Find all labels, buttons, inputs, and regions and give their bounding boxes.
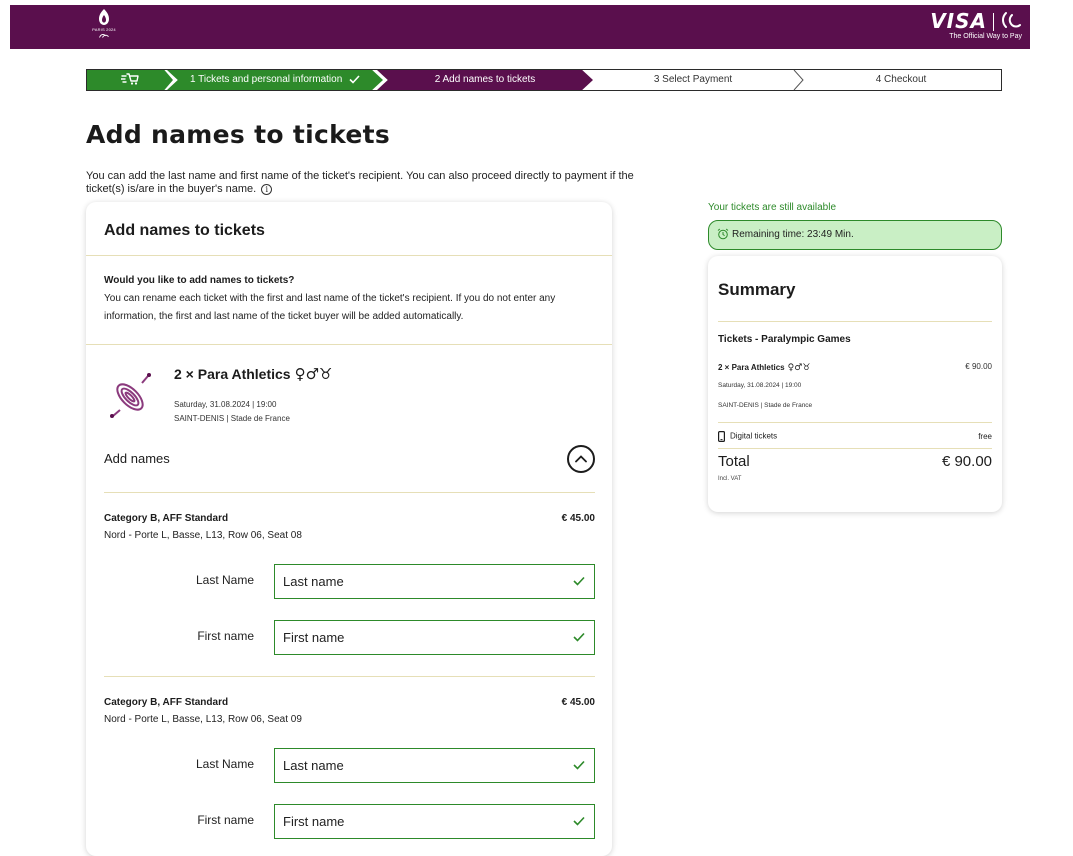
visa-logo: VISA — [930, 9, 987, 33]
summary-event-date: Saturday, 31.08.2024 | 19:00 — [718, 382, 802, 389]
last-name-field — [274, 748, 595, 783]
summary-event: 2 × Para Athletics ♀♂♉ — [718, 363, 810, 373]
step-select-payment[interactable]: 3 Select Payment — [587, 70, 799, 90]
para-athletics-pictogram-icon — [110, 373, 151, 418]
last-name-label: Last Name — [195, 757, 254, 771]
summary-category: Tickets - Paralympic Games — [718, 334, 851, 345]
checkout-stepper: 1 Tickets and personal information 2 Add… — [86, 69, 1002, 91]
summary-card: Summary Tickets - Paralympic Games 2 × P… — [708, 256, 1002, 512]
visa-brand: VISA The Official Way to Pay — [912, 9, 1022, 47]
first-name-input[interactable] — [275, 621, 555, 654]
card-title: Add names to tickets — [104, 222, 265, 239]
collapse-add-names-button[interactable] — [567, 445, 595, 473]
card-divider — [86, 344, 612, 345]
event-venue: SAINT-DENIS | Stade de France — [174, 414, 290, 423]
ticket-seat-location: Nord - Porte L, Basse, L13, Row 06, Seat… — [104, 530, 302, 541]
total-label: Total — [718, 453, 750, 470]
step-3-label: 3 Select Payment — [653, 74, 733, 85]
paris-2024-logo[interactable]: PARIS 2024 — [86, 8, 122, 46]
top-header: PARIS 2024 VISA The Official Way to Pay — [10, 5, 1030, 49]
first-name-field — [274, 620, 595, 655]
vat-note: Incl. VAT — [718, 476, 742, 482]
event-name: 2 × Para Athletics — [174, 366, 291, 382]
remaining-time-text: Remaining time: 23:49 Min. — [732, 229, 854, 240]
add-names-card: Add names to tickets Would you like to a… — [86, 202, 612, 856]
summary-title: Summary — [718, 280, 796, 299]
summary-gender-symbols: ♀♂♉ — [787, 363, 811, 373]
check-icon — [349, 75, 360, 84]
last-name-label: Last Name — [195, 573, 254, 587]
last-name-field — [274, 564, 595, 599]
step-4-label: 4 Checkout — [875, 74, 927, 85]
remaining-time-banner: Remaining time: 23:49 Min. — [708, 220, 1002, 250]
summary-event-price: € 90.00 — [965, 362, 992, 371]
first-name-field — [274, 804, 595, 839]
step-tickets-personal-info[interactable]: 1 Tickets and personal information — [167, 70, 383, 90]
add-names-label: Add names — [104, 451, 170, 466]
first-name-label: First name — [197, 629, 254, 643]
step-2-label: 2 Add names to tickets — [434, 74, 536, 85]
page-title: Add names to tickets — [86, 120, 391, 149]
visa-separator — [993, 13, 994, 31]
agitos-small-icon — [99, 34, 109, 38]
section-divider — [104, 676, 595, 677]
question-text: You can rename each ticket with the firs… — [104, 293, 556, 322]
ticket-price: € 45.00 — [561, 513, 595, 524]
summary-divider — [718, 321, 992, 322]
visa-tagline: The Official Way to Pay — [949, 33, 1022, 40]
phone-icon — [718, 431, 725, 442]
event-gender-symbols: ♀♂♉ — [294, 365, 333, 383]
summary-divider — [718, 448, 992, 449]
total-amount: € 90.00 — [941, 453, 992, 470]
digital-tickets-price: free — [978, 432, 992, 441]
summary-event-name: 2 × Para Athletics — [718, 363, 785, 372]
first-name-label: First name — [197, 813, 254, 827]
chevron-up-icon — [575, 455, 587, 463]
paris-flame-icon — [99, 9, 109, 25]
ticket-category: Category B, AFF Standard — [104, 513, 229, 524]
card-divider — [86, 255, 612, 256]
last-name-input[interactable] — [275, 565, 555, 598]
intro-text: You can add the last name and first name… — [86, 170, 646, 196]
info-icon[interactable]: i — [261, 183, 273, 195]
event-date: Saturday, 31.08.2024 | 19:00 — [174, 400, 277, 409]
first-name-input[interactable] — [275, 805, 555, 838]
ticket-seat-location: Nord - Porte L, Basse, L13, Row 06, Seat… — [104, 714, 302, 725]
valid-check-icon — [573, 760, 585, 770]
last-name-input[interactable] — [275, 749, 555, 782]
step-add-names[interactable]: 2 Add names to tickets — [377, 70, 593, 90]
valid-check-icon — [573, 576, 585, 586]
step-cart[interactable] — [87, 70, 173, 90]
event-title: 2 × Para Athletics ♀♂♉ — [174, 365, 332, 383]
digital-tickets-line: Digital tickets — [718, 431, 777, 442]
summary-divider — [718, 422, 992, 423]
valid-check-icon — [573, 816, 585, 826]
valid-check-icon — [573, 632, 585, 642]
alarm-clock-icon — [717, 228, 729, 240]
summary-event-venue: SAINT-DENIS | Stade de France — [718, 402, 813, 409]
step-1-label: 1 Tickets and personal information — [189, 74, 343, 85]
cart-icon — [121, 73, 139, 85]
ticket-price: € 45.00 — [561, 697, 595, 708]
logo-text: PARIS 2024 — [92, 27, 116, 32]
section-divider — [104, 492, 595, 493]
agitos-icon — [1002, 12, 1021, 28]
intro-copy: You can add the last name and first name… — [86, 170, 634, 195]
ticket-category: Category B, AFF Standard — [104, 697, 229, 708]
digital-tickets-label: Digital tickets — [730, 431, 778, 441]
availability-status: Your tickets are still available — [708, 202, 837, 213]
step-checkout[interactable]: 4 Checkout — [799, 70, 1001, 90]
question-title: Would you like to add names to tickets? — [104, 275, 295, 286]
